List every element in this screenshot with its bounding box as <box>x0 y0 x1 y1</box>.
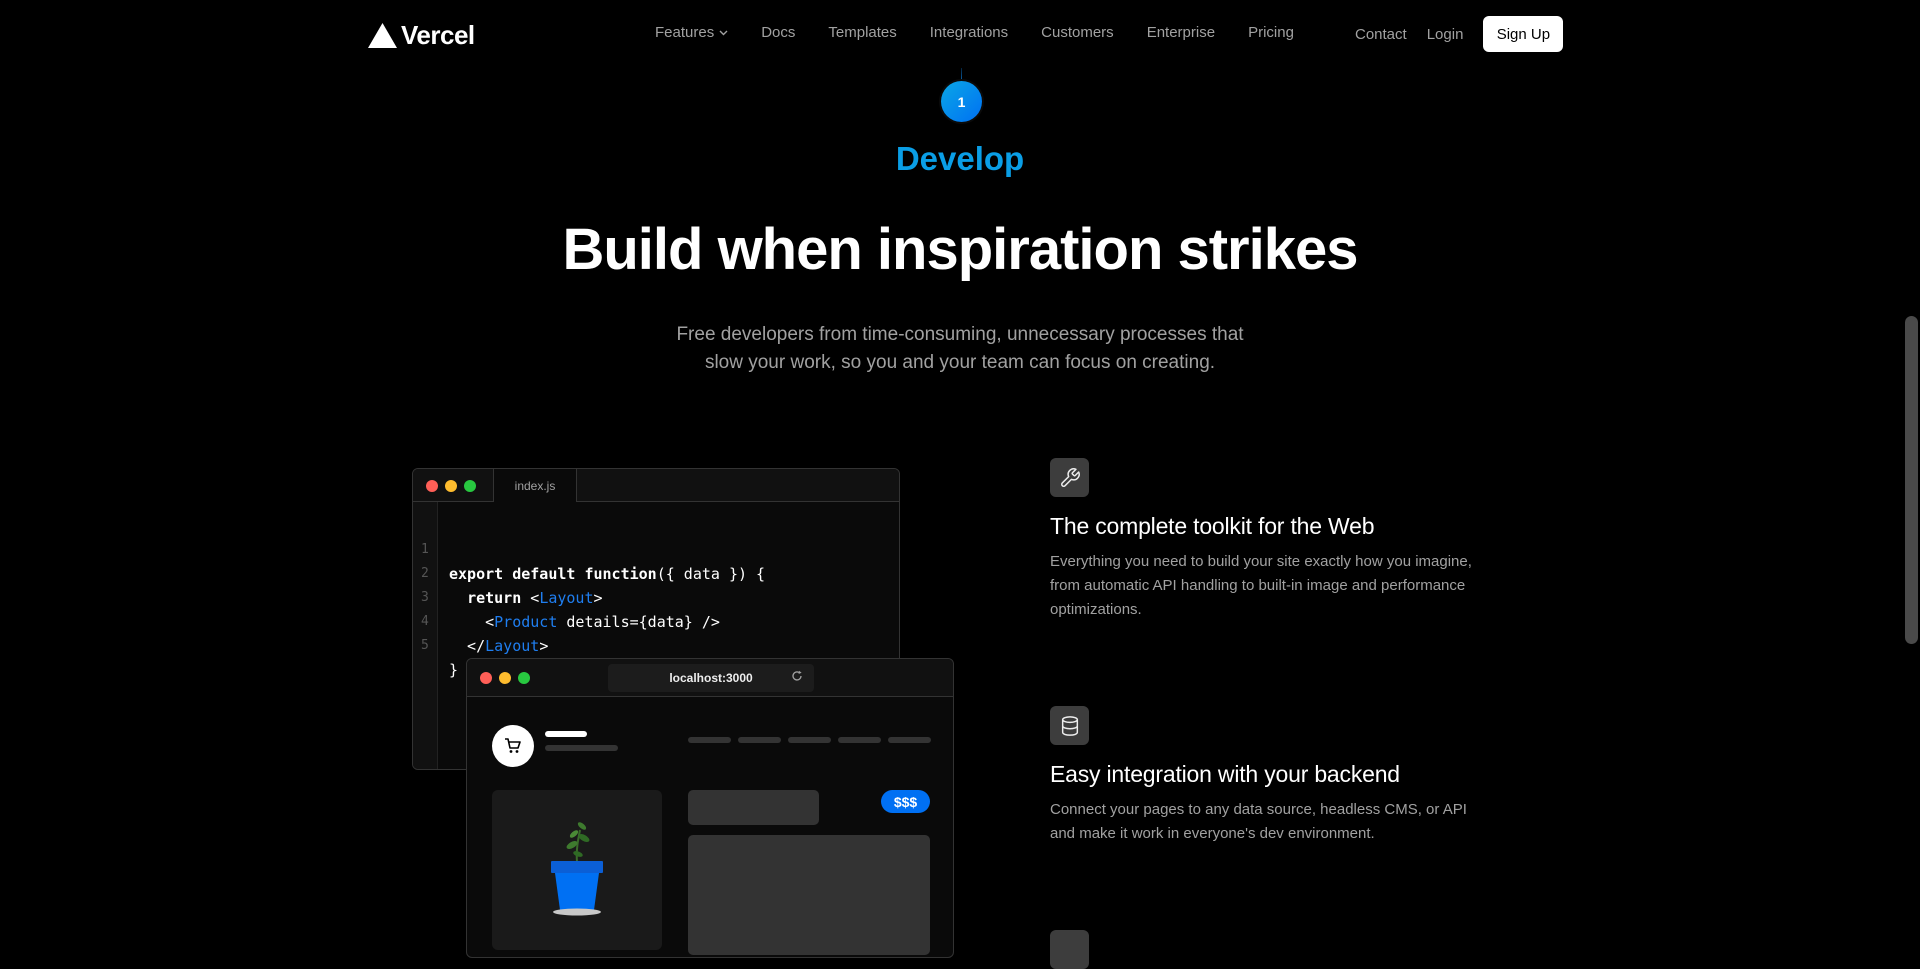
store-tagline-placeholder <box>545 745 618 751</box>
code-text: export default function({ data }) { <box>449 565 766 583</box>
feature-description-line: optimizations. <box>1050 601 1142 618</box>
close-dot-icon <box>480 672 492 684</box>
potted-plant-icon <box>551 822 603 916</box>
nav-link-templates[interactable]: Templates <box>828 24 896 41</box>
code-line: 1 export default function({ data }) { <box>413 514 765 583</box>
nav-link-pricing[interactable]: Pricing <box>1248 24 1294 41</box>
vercel-logo-link[interactable]: Vercel <box>368 20 475 50</box>
hero-subtext-line: Free developers from time-consuming, unn… <box>676 324 1244 345</box>
hero-subtext: Free developers from time-consuming, unn… <box>640 321 1280 377</box>
line-number: 5 <box>421 638 429 653</box>
maximize-dot-icon <box>464 480 476 492</box>
feature-icon-partial <box>1050 930 1089 969</box>
store-name-placeholder <box>545 731 587 737</box>
code-text: return <Layout> <box>467 589 603 607</box>
product-details-placeholder <box>688 835 930 955</box>
window-controls <box>480 672 530 684</box>
nav-link-features[interactable]: Features <box>655 24 728 41</box>
nav-link-enterprise[interactable]: Enterprise <box>1147 24 1215 41</box>
top-navigation: Vercel Features Docs Templates Integrati… <box>0 0 1920 68</box>
code-text: } <box>449 661 459 679</box>
chevron-down-icon <box>719 30 728 35</box>
window-controls <box>426 480 476 492</box>
page-headline: Build when inspiration strikes <box>562 217 1358 282</box>
scrollbar-thumb[interactable] <box>1905 316 1918 644</box>
nav-links: Features Docs Templates Integrations Cus… <box>655 24 1327 41</box>
browser-preview-window: localhost:3000 $$$ <box>466 658 954 958</box>
close-dot-icon <box>426 480 438 492</box>
logo-text: Vercel <box>401 19 475 50</box>
product-title-placeholder <box>688 790 819 825</box>
address-bar[interactable]: localhost:3000 <box>608 664 814 692</box>
signup-button[interactable]: Sign Up <box>1483 16 1564 52</box>
product-image-card <box>492 790 662 950</box>
step-label: Develop <box>895 140 1025 177</box>
feature-description-line: Everything you need to build your site e… <box>1050 553 1472 570</box>
nav-placeholder <box>688 737 731 743</box>
nav-placeholder <box>788 737 831 743</box>
page-scrollbar[interactable] <box>1903 0 1920 941</box>
code-text: <Product details={data} /> <box>449 613 720 631</box>
cart-icon <box>505 738 521 753</box>
reload-icon[interactable] <box>791 670 803 685</box>
nav-actions: Contact Login Sign Up <box>1355 16 1564 52</box>
code-line: 3 <Product details={data} /> <box>413 562 720 631</box>
code-line: 5 } <box>413 610 467 679</box>
feature-description-line: and make it work in everyone's dev envir… <box>1050 825 1375 842</box>
code-line: 4 </Layout> <box>413 586 548 655</box>
feature-next-partial <box>1050 930 1530 969</box>
browser-titlebar: localhost:3000 <box>467 659 953 697</box>
nav-link-label: Features <box>655 24 715 41</box>
step-number-badge: 1 <box>941 81 982 122</box>
nav-placeholder <box>888 737 931 743</box>
vercel-triangle-icon <box>368 22 397 48</box>
minimize-dot-icon <box>445 480 457 492</box>
minimize-dot-icon <box>499 672 511 684</box>
hero-subtext-line: slow your work, so you and your team can… <box>704 352 1216 373</box>
feature-description: Connect your pages to any data source, h… <box>1050 798 1530 846</box>
contact-link[interactable]: Contact <box>1355 26 1407 43</box>
nav-link-integrations[interactable]: Integrations <box>930 24 1008 41</box>
maximize-dot-icon <box>518 672 530 684</box>
feature-complete-toolkit: The complete toolkit for the Web Everyth… <box>1050 458 1530 622</box>
nav-placeholder <box>838 737 881 743</box>
editor-file-tab[interactable]: index.js <box>493 469 577 502</box>
editor-titlebar: index.js <box>413 469 899 502</box>
feature-title: The complete toolkit for the Web <box>1050 513 1375 539</box>
feature-title: Easy integration with your backend <box>1050 761 1400 787</box>
cart-logo <box>492 725 534 767</box>
feature-backend-integration: Easy integration with your backend Conne… <box>1050 706 1530 846</box>
nav-link-docs[interactable]: Docs <box>761 24 795 41</box>
database-icon <box>1050 706 1089 745</box>
login-link[interactable]: Login <box>1427 26 1464 43</box>
nav-link-customers[interactable]: Customers <box>1041 24 1114 41</box>
feature-description-line: from automatic API handling to built-in … <box>1050 577 1466 594</box>
feature-description: Everything you need to build your site e… <box>1050 550 1530 622</box>
code-line: 2 return <Layout> <box>413 538 603 607</box>
feature-description-line: Connect your pages to any data source, h… <box>1050 801 1467 818</box>
price-badge: $$$ <box>881 790 930 813</box>
nav-placeholder <box>738 737 781 743</box>
address-bar-url: localhost:3000 <box>669 671 753 685</box>
wrench-icon <box>1050 458 1089 497</box>
